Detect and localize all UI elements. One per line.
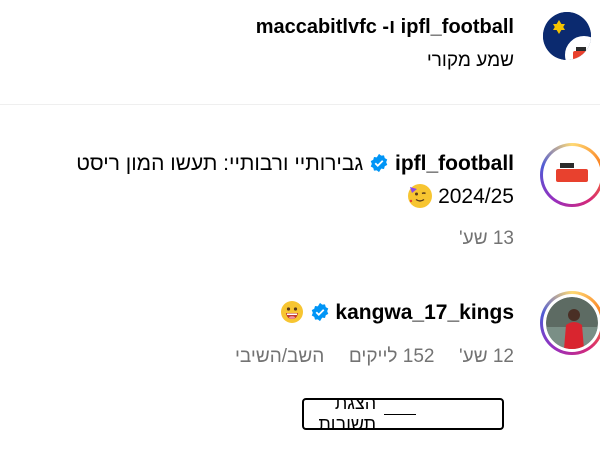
grinning-face-emoji [280, 300, 304, 324]
comment-likes[interactable]: 152 לייקים [349, 346, 435, 367]
view-replies-button[interactable]: הצגת תשובות [302, 393, 504, 434]
comment-meta: 12 שע' 152 לייקים השב/השיבי [235, 346, 514, 368]
ipfl-logo-icon [565, 36, 591, 60]
reply-button[interactable]: השב/השיבי [235, 346, 324, 367]
caption-line-2: 2024/25 [408, 184, 514, 209]
header-avatar[interactable] [543, 12, 591, 60]
audio-title-text: ipfl_football ו- maccabitlvfc [255, 16, 514, 38]
replies-divider-line [384, 413, 416, 415]
verified-badge-icon [311, 302, 328, 322]
comment-avatar[interactable] [540, 291, 600, 355]
caption-line-1: ipfl_football גבירותיי ורבותיי: תעשו המו… [0, 152, 514, 176]
divider [0, 104, 600, 105]
user-photo-icon [546, 297, 598, 349]
comment-username[interactable]: kangwa_17_kings [335, 301, 514, 324]
view-replies-label: הצגת תשובות [318, 393, 377, 434]
caption-username[interactable]: ipfl_football [395, 152, 514, 175]
reel-comments-panel: ipfl_football ו- maccabitlvfc שמע מקורי … [0, 0, 600, 450]
caption-text: גבירותיי ורבותיי: תעשו המון ריסט [76, 152, 364, 175]
original-audio-label: שמע מקורי [426, 50, 514, 71]
audio-subtitle[interactable]: שמע מקורי [427, 50, 514, 72]
comment-line: kangwa_17_kings [280, 300, 514, 325]
comment-timestamp: 12 שע' [459, 346, 514, 367]
ipfl-logo-icon [546, 149, 598, 201]
caption-avatar[interactable] [540, 143, 600, 207]
party-face-emoji [408, 184, 433, 208]
caption-timestamp: 13 שע' [459, 228, 514, 249]
verified-badge-icon [370, 153, 388, 173]
caption-year: 2024/25 [438, 185, 514, 208]
audio-title[interactable]: ipfl_football ו- maccabitlvfc [256, 16, 514, 39]
